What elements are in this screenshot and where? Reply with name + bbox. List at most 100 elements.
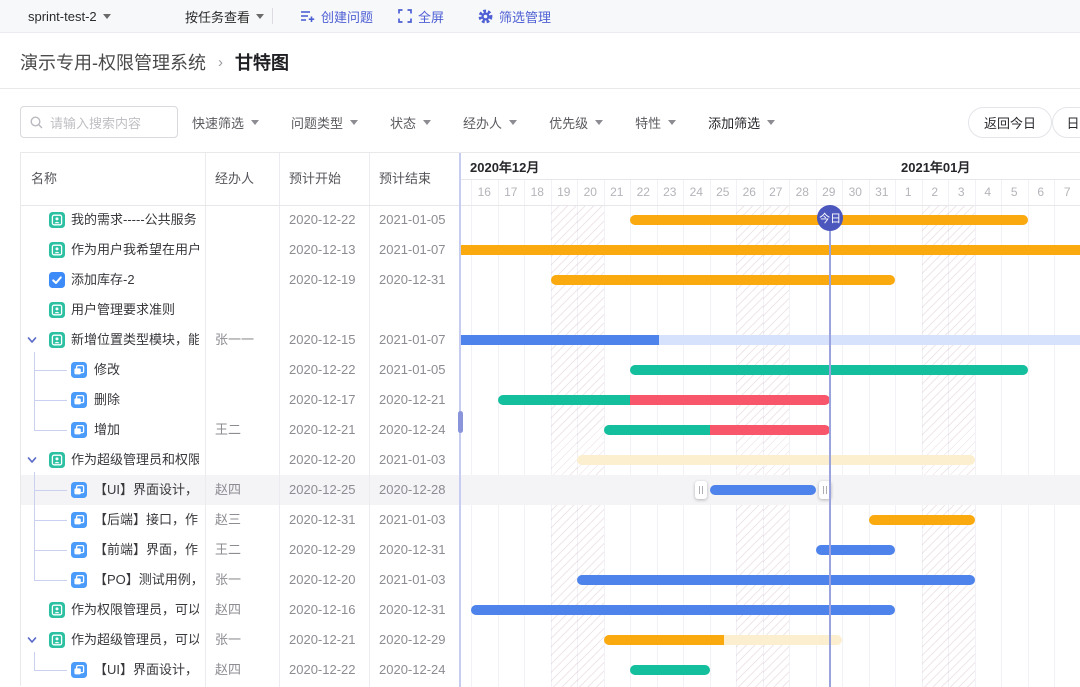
divider	[21, 205, 1080, 206]
filter-dropdown-3[interactable]: 经办人	[463, 113, 517, 132]
gantt-bar[interactable]	[498, 395, 631, 405]
issue-name[interactable]: 删除	[94, 385, 199, 415]
gantt-bar[interactable]	[710, 485, 816, 495]
back-to-today-button[interactable]: 返回今日	[968, 107, 1052, 138]
add-filter-label: 添加筛选	[708, 113, 760, 132]
issue-name[interactable]: 修改	[94, 355, 199, 385]
filter-dropdown-0[interactable]: 快速筛选	[192, 113, 259, 132]
issue-name[interactable]: 【PO】测试用例，...	[94, 565, 199, 595]
gantt-bar[interactable]	[460, 245, 1080, 255]
filter-dropdown-1[interactable]: 问题类型	[291, 113, 358, 132]
tree-connector	[34, 430, 67, 431]
create-issue-button[interactable]: 创建问题	[300, 0, 373, 32]
search-placeholder: 请输入搜索内容	[50, 113, 141, 132]
search-input[interactable]: 请输入搜索内容	[20, 106, 178, 138]
gantt-bar[interactable]	[604, 635, 725, 645]
end-date-cell	[379, 295, 457, 325]
divider	[272, 8, 273, 24]
gantt-bar[interactable]	[460, 335, 659, 345]
end-date-cell: 2021-01-03	[379, 505, 457, 535]
splitter-drag-handle[interactable]	[458, 411, 463, 433]
end-date-cell: 2021-01-07	[379, 325, 457, 355]
end-date-cell: 2021-01-07	[379, 235, 457, 265]
expand-chevron-icon[interactable]	[26, 334, 38, 346]
gantt-bar[interactable]	[577, 455, 975, 465]
start-date-cell: 2020-12-13	[289, 235, 367, 265]
issue-name[interactable]: 【UI】界面设计，...	[94, 655, 199, 685]
gantt-bar[interactable]	[630, 665, 710, 675]
chevron-down-icon	[509, 120, 517, 125]
view-mode-label: 按任务查看	[185, 7, 250, 26]
issue-name[interactable]: 添加库存-2	[71, 265, 199, 295]
filter-dropdown-2[interactable]: 状态	[390, 113, 431, 132]
add-filter-button[interactable]: 添加筛选	[708, 113, 775, 132]
issue-name[interactable]: 用户管理要求准则	[71, 295, 199, 325]
filter-label: 快速筛选	[192, 113, 244, 132]
gantt-bar[interactable]	[869, 515, 975, 525]
chevron-down-icon	[256, 14, 264, 19]
start-date-cell: 2020-12-15	[289, 325, 367, 355]
sprint-selector[interactable]: sprint-test-2	[28, 0, 111, 32]
story-icon	[49, 332, 65, 348]
end-date-cell: 2020-12-28	[379, 475, 457, 505]
fullscreen-icon	[398, 9, 412, 23]
issue-name[interactable]: 【UI】界面设计，...	[94, 475, 199, 505]
assignee-cell: 王二	[215, 535, 275, 565]
gantt-bar[interactable]	[604, 425, 710, 435]
column-header-0: 名称	[31, 153, 57, 205]
end-date-cell: 2021-01-03	[379, 445, 457, 475]
end-date-cell: 2020-12-24	[379, 655, 457, 685]
issue-name[interactable]: 增加	[94, 415, 199, 445]
start-date-cell: 2020-12-20	[289, 445, 367, 475]
fullscreen-button[interactable]: 全屏	[398, 0, 444, 32]
issue-name[interactable]: 作为权限管理员，可以...	[71, 595, 199, 625]
subtask-icon	[71, 362, 87, 378]
expand-chevron-icon[interactable]	[26, 454, 38, 466]
gantt-bar[interactable]	[551, 275, 896, 285]
back-to-today-label: 返回今日	[984, 113, 1036, 132]
filter-dropdown-5[interactable]: 特性	[635, 113, 676, 132]
filter-manage-button[interactable]: 筛选管理	[478, 0, 551, 32]
issue-name[interactable]: 我的需求-----公共服务	[71, 205, 199, 235]
issue-name[interactable]: 【前端】界面，作...	[94, 535, 199, 565]
gantt-bar[interactable]	[577, 575, 975, 585]
chevron-down-icon	[251, 120, 259, 125]
bars-layer: 今日	[460, 153, 1080, 687]
tree-connector	[34, 550, 67, 551]
assignee-cell: 张一	[215, 565, 275, 595]
subtask-icon	[71, 542, 87, 558]
issue-name[interactable]: 新增位置类型模块，能...	[71, 325, 199, 355]
issue-name[interactable]: 作为超级管理员，可以...	[71, 625, 199, 655]
story-icon	[49, 212, 65, 228]
filter-label: 经办人	[463, 113, 502, 132]
gantt-bar[interactable]	[724, 635, 842, 645]
start-date-cell: 2020-12-25	[289, 475, 367, 505]
chevron-down-icon	[668, 120, 676, 125]
gantt-grid: 名称经办人预计开始预计结束2020年12月2021年01月16171819202…	[20, 152, 1080, 686]
assignee-cell: 张一	[215, 625, 275, 655]
end-date-cell: 2020-12-29	[379, 625, 457, 655]
gantt-bar[interactable]	[710, 425, 831, 435]
gantt-bar[interactable]	[630, 395, 830, 405]
top-bar: sprint-test-2 按任务查看 创建问题 全屏 筛选管理	[0, 0, 1080, 33]
fullscreen-label: 全屏	[418, 7, 444, 26]
chevron-down-icon	[595, 120, 603, 125]
gantt-bar[interactable]	[659, 335, 1080, 345]
subtask-icon	[71, 392, 87, 408]
issue-name[interactable]: 作为用户我希望在用户...	[71, 235, 199, 265]
gantt-bar[interactable]	[816, 545, 896, 555]
view-mode-selector[interactable]: 按任务查看	[185, 0, 264, 32]
assignee-cell: 赵四	[215, 655, 275, 685]
scale-selector-button[interactable]: 日	[1052, 107, 1080, 138]
column-header-3: 预计结束	[379, 153, 431, 205]
subtask-icon	[71, 482, 87, 498]
column-header-2: 预计开始	[289, 153, 341, 205]
expand-chevron-icon[interactable]	[26, 634, 38, 646]
bar-resize-handle-left[interactable]	[695, 481, 707, 499]
breadcrumb-project[interactable]: 演示专用-权限管理系统	[20, 49, 206, 75]
gantt-bar[interactable]	[471, 605, 895, 615]
issue-name[interactable]: 作为超级管理员和权限...	[71, 445, 199, 475]
filter-dropdown-4[interactable]: 优先级	[549, 113, 603, 132]
breadcrumb-separator: ›	[218, 54, 223, 71]
issue-name[interactable]: 【后端】接口，作...	[94, 505, 199, 535]
